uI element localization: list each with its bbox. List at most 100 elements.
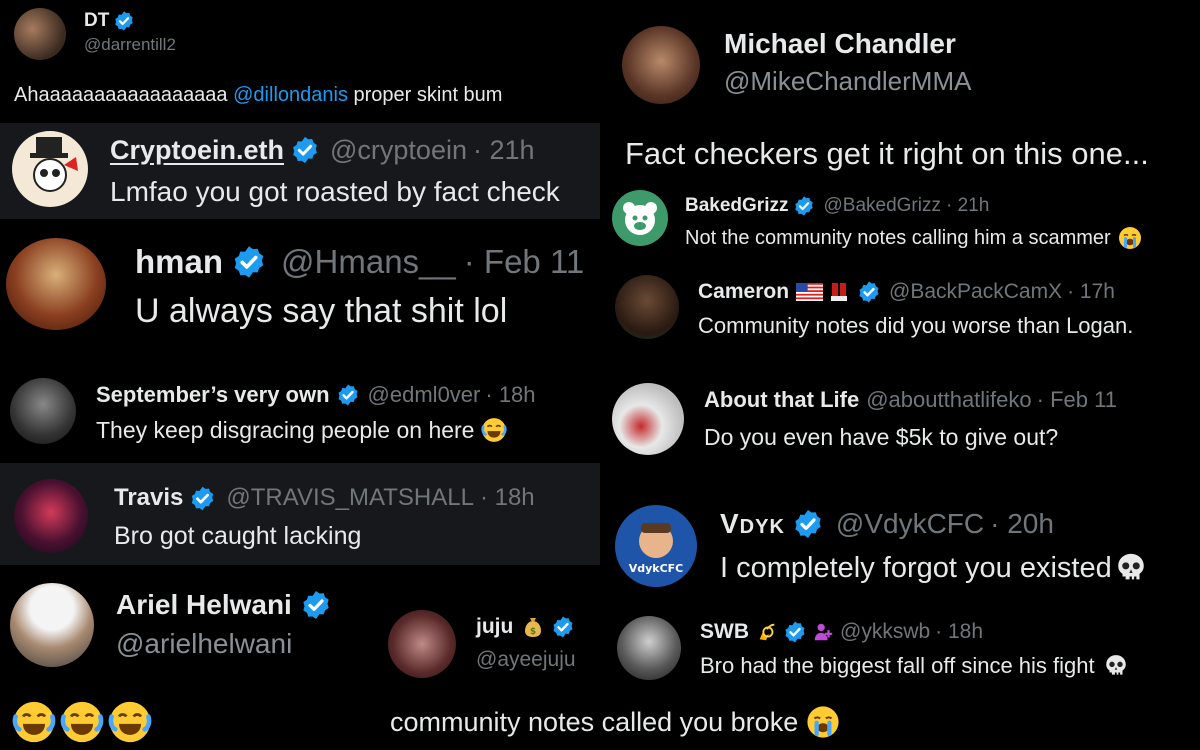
money-bag-emoji-icon xyxy=(521,615,545,639)
user-handle[interactable]: @aboutthatlifeko xyxy=(866,387,1031,413)
avatar[interactable] xyxy=(612,383,684,455)
user-handle[interactable]: @MikeChandlerMMA xyxy=(724,66,971,97)
vdyk-avatar-icon: VdykCFC xyxy=(629,523,683,575)
skull-avatar-icon xyxy=(30,137,78,192)
crying-laughing-emoji-icon xyxy=(12,700,56,744)
name-row: Cryptoein.eth @cryptoein · 21h xyxy=(110,133,535,167)
user-name[interactable]: September’s very own xyxy=(96,382,330,408)
tweet-row: Not the community notes calling him a sc… xyxy=(685,225,1142,251)
user-name[interactable]: Ariel Helwani xyxy=(116,589,292,621)
timestamp[interactable]: · Feb 11 xyxy=(464,243,584,281)
user-handle[interactable]: @ykkswb xyxy=(840,620,930,644)
avatar[interactable] xyxy=(622,26,700,104)
timestamp[interactable]: · 18h xyxy=(485,382,535,408)
reply-panel: Cryptoein.eth @cryptoein · 21h Lmfao you… xyxy=(0,123,600,219)
mention-link[interactable]: @dillondanis xyxy=(233,84,348,106)
name-row: September’s very own @edml0ver · 18h xyxy=(96,381,536,409)
verified-badge-icon xyxy=(857,280,881,304)
timestamp[interactable]: · 18h xyxy=(935,620,983,644)
tweet-row: Bro had the biggest fall off since his f… xyxy=(700,652,1129,680)
loudly-crying-emoji-icon xyxy=(1118,226,1142,250)
timestamp[interactable]: · 18h xyxy=(480,484,535,512)
tweet-text-part: Ahaaaaaaaaaaaaaaaaa xyxy=(14,84,234,106)
verified-badge-icon xyxy=(793,195,815,217)
user-name[interactable]: BakedGrizz xyxy=(685,195,788,217)
verified-badge-icon xyxy=(300,589,332,621)
avatar[interactable] xyxy=(14,479,88,553)
name-row: hman @Hmans__ · Feb 11 xyxy=(135,242,584,282)
us-flag-emoji-icon xyxy=(796,283,823,301)
avatar[interactable] xyxy=(612,190,668,246)
skull-emoji-icon xyxy=(1114,551,1148,585)
avatar[interactable] xyxy=(6,238,106,330)
verified-badge-icon xyxy=(336,383,360,407)
crying-laughing-emoji-icon xyxy=(108,700,152,744)
user-handle[interactable]: @BackPackCamX xyxy=(889,280,1062,304)
verified-badge-icon xyxy=(783,620,807,644)
tweet-row: community notes called you broke xyxy=(390,702,840,742)
user-name[interactable]: Cameron xyxy=(698,280,789,304)
tweet-text: Bro got caught lacking xyxy=(114,522,362,550)
name-row: BakedGrizz @BakedGrizz · 21h xyxy=(685,194,989,218)
tweet-text: U always say that shit lol xyxy=(135,292,508,330)
name-row: Vdyk @VdykCFC · 20h xyxy=(720,506,1054,542)
user-handle[interactable]: @darrentill2 xyxy=(84,35,176,55)
name-row: About that Life @aboutthatlifeko · Feb 1… xyxy=(704,386,1117,414)
tweet-row: They keep disgracing people on here xyxy=(96,416,507,444)
tweet-text: Do you even have $5k to give out? xyxy=(704,424,1059,450)
verified-badge-icon xyxy=(551,615,575,639)
user-name[interactable]: juju xyxy=(476,615,513,639)
crying-laughing-emoji-icon xyxy=(481,417,507,443)
tweet-text: community notes called you broke xyxy=(390,706,799,737)
user-handle[interactable]: @VdykCFC xyxy=(836,508,984,540)
user-handle[interactable]: @Hmans__ xyxy=(281,243,456,281)
user-name[interactable]: Travis xyxy=(114,484,183,512)
user-handle[interactable]: @BakedGrizz xyxy=(823,195,941,217)
user-handle[interactable]: @cryptoein xyxy=(330,135,467,166)
user-name[interactable]: Cryptoein.eth xyxy=(110,135,284,166)
verified-badge-icon xyxy=(290,135,320,165)
avatar[interactable] xyxy=(12,131,88,207)
user-name[interactable]: SWB xyxy=(700,620,749,644)
dt-name-row: DT xyxy=(84,9,135,33)
user-name[interactable]: hman xyxy=(135,243,223,281)
tweet-text: Fact checkers get it right on this one..… xyxy=(625,136,1149,171)
tweet-text-part: proper skint bum xyxy=(347,84,503,106)
avatar[interactable] xyxy=(10,378,76,444)
timestamp[interactable]: · 17h xyxy=(1067,280,1115,304)
tweet-row: I completely forgot you existed xyxy=(720,550,1148,586)
timestamp[interactable]: · 21h xyxy=(473,135,535,166)
name-row: Cameron @BackPackCamX · 17h xyxy=(698,278,1115,306)
user-name[interactable]: About that Life xyxy=(704,387,859,413)
avatar[interactable] xyxy=(10,583,94,667)
loudly-crying-emoji-icon xyxy=(806,705,840,739)
boxing-glove-emoji-icon xyxy=(827,280,851,304)
crying-laughing-emoji-icon xyxy=(60,700,104,744)
timestamp[interactable]: · 20h xyxy=(990,508,1054,540)
name-row: juju xyxy=(476,613,575,641)
avatar[interactable] xyxy=(14,8,66,60)
tweet-text: Ahaaaaaaaaaaaaaaaaa @dillondanis proper … xyxy=(14,84,502,107)
avatar[interactable] xyxy=(617,616,681,680)
tweet-text: Community notes did you worse than Logan… xyxy=(698,313,1134,338)
user-handle[interactable]: @TRAVIS_MATSHALL xyxy=(226,484,474,512)
reply-panel: Travis @TRAVIS_MATSHALL · 18h Bro got ca… xyxy=(0,463,600,565)
user-handle[interactable]: @ayeejuju xyxy=(476,648,576,672)
user-name[interactable]: Michael Chandler xyxy=(724,28,956,60)
verified-badge-icon xyxy=(231,244,267,280)
verified-badge-icon xyxy=(792,508,824,540)
dizzy-emoji-icon xyxy=(756,621,778,643)
timestamp[interactable]: · 21h xyxy=(946,195,989,217)
user-name[interactable]: Vdyk xyxy=(720,508,785,540)
verified-badge-icon xyxy=(113,10,135,32)
grizzly-logo-icon xyxy=(623,202,657,235)
avatar[interactable]: VdykCFC xyxy=(615,505,697,587)
name-row: Travis @TRAVIS_MATSHALL · 18h xyxy=(114,483,535,513)
user-handle[interactable]: @arielhelwani xyxy=(116,628,292,660)
person-plus-emoji-icon xyxy=(812,621,834,643)
avatar[interactable] xyxy=(388,610,456,678)
user-name[interactable]: DT xyxy=(84,10,109,32)
timestamp[interactable]: · Feb 11 xyxy=(1037,387,1117,413)
avatar[interactable] xyxy=(615,275,679,339)
user-handle[interactable]: @edml0ver xyxy=(368,382,481,408)
